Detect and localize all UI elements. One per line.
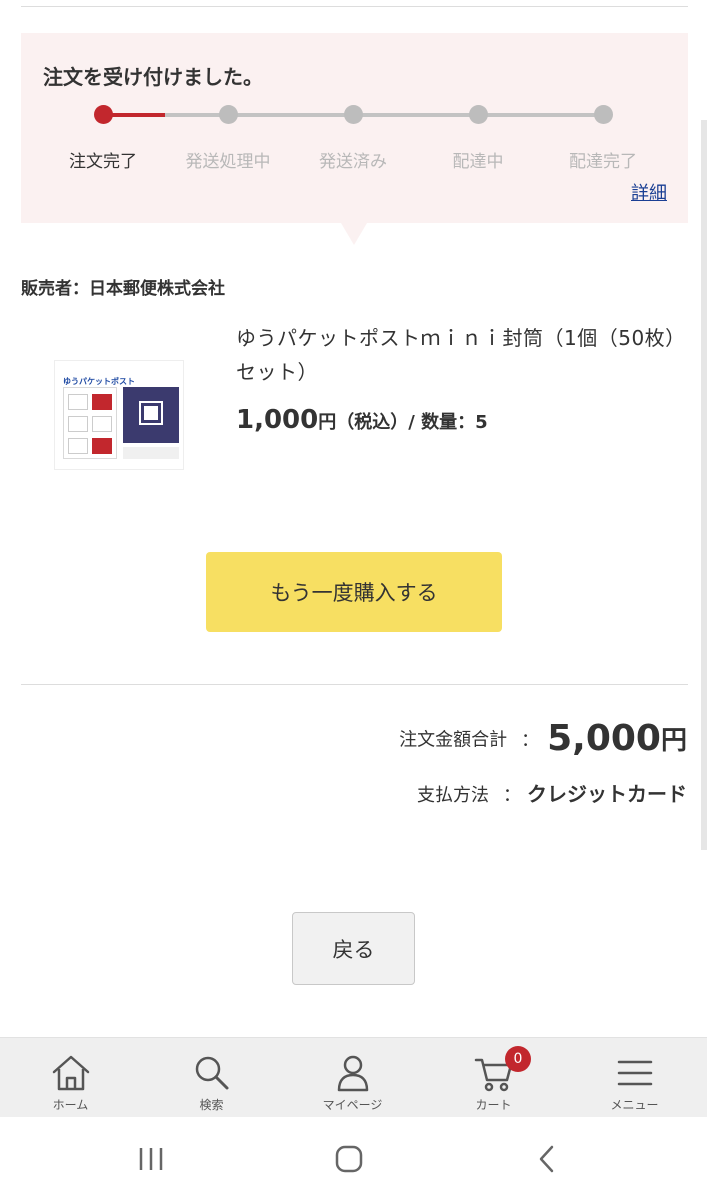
- top-divider: [21, 6, 688, 7]
- seller-name: 販売者：日本郵便株式会社: [21, 279, 225, 299]
- nav-label-mypage: マイページ: [322, 1098, 383, 1112]
- status-pointer: [341, 223, 367, 245]
- recent-apps-icon: [139, 1148, 163, 1170]
- thumb-cell: [92, 438, 112, 454]
- user-icon: [337, 1055, 368, 1092]
- order-total-amount: 5,000: [547, 718, 661, 759]
- nav-label-search: 検索: [199, 1098, 224, 1112]
- thumb-cell: [92, 416, 112, 432]
- thumb-cell: [68, 394, 88, 410]
- step-label-delivered: 配達完了: [569, 152, 637, 172]
- thumb-cell: [68, 416, 88, 432]
- nav-item-cart[interactable]: 0 カート: [423, 1038, 564, 1118]
- system-back-button[interactable]: [517, 1137, 577, 1181]
- recent-apps-button[interactable]: [121, 1137, 181, 1181]
- back-chevron-icon: [539, 1145, 554, 1173]
- payment-method-row: 支払方法 ： クレジットカード: [417, 778, 687, 807]
- buy-again-button[interactable]: もう一度購入する: [206, 552, 502, 632]
- product-image-logo-text: ゆうパケットポスト: [63, 377, 135, 386]
- thumb-cell: [92, 394, 112, 410]
- step-label-ordered: 注文完了: [69, 152, 137, 172]
- nav-label-home: ホーム: [52, 1098, 89, 1112]
- step-dot-delivered: [594, 105, 613, 124]
- step-dot-delivering: [469, 105, 488, 124]
- menu-icon: [617, 1060, 652, 1086]
- product-image-logo: ゆうパケットポスト: [63, 369, 143, 386]
- product-image-instructions: [63, 387, 117, 459]
- step-label-shipped: 発送済み: [319, 152, 387, 172]
- product-name[interactable]: ゆうパケットポストｍｉｎｉ封筒（1個（50枚）セット）: [236, 321, 691, 389]
- product-price-suffix: 円（税込）/ 数量：5: [318, 412, 488, 433]
- order-total-label: 注文金額合計: [399, 729, 508, 751]
- qr-code-icon: [139, 401, 163, 425]
- step-dot-ordered: [94, 105, 113, 124]
- search-icon: [195, 1056, 228, 1090]
- order-status-panel: 注文を受け付けました。 注文完了 発送処理中 発送済み 配達中 配達完了 詳細: [21, 33, 688, 223]
- scrollbar[interactable]: [701, 120, 707, 850]
- nav-label-menu: メニュー: [610, 1098, 659, 1112]
- thumb-cell: [68, 438, 88, 454]
- product-price: 1,000円（税込）/ 数量：5: [236, 405, 488, 435]
- payment-method-value: クレジットカード: [527, 782, 687, 806]
- nav-item-mypage[interactable]: マイページ: [282, 1038, 423, 1118]
- product-image[interactable]: ゆうパケットポスト: [54, 360, 184, 470]
- payment-method-label: 支払方法: [417, 785, 489, 806]
- system-home-button[interactable]: [319, 1137, 379, 1181]
- step-dot-processing: [219, 105, 238, 124]
- nav-item-search[interactable]: 検索: [141, 1038, 282, 1118]
- step-label-delivering: 配達中: [452, 152, 504, 172]
- status-title: 注文を受け付けました。: [43, 65, 263, 89]
- step-label-processing: 発送処理中: [185, 152, 271, 172]
- nav-item-menu[interactable]: メニュー: [564, 1038, 705, 1118]
- payment-method-separator: ：: [503, 785, 521, 806]
- product-image-strip: [123, 447, 179, 459]
- nav-item-home[interactable]: ホーム: [0, 1038, 141, 1118]
- home-circle-icon: [335, 1145, 363, 1173]
- product-price-amount: 1,000: [236, 405, 319, 435]
- step-dot-shipped: [344, 105, 363, 124]
- product-image-label: [123, 387, 179, 443]
- section-divider: [21, 684, 688, 685]
- system-nav-bar: [0, 1117, 707, 1200]
- home-icon: [52, 1055, 89, 1091]
- order-total-separator: ：: [521, 729, 540, 751]
- detail-link[interactable]: 詳細: [631, 179, 667, 205]
- cart-count-badge: 0: [505, 1046, 531, 1072]
- bottom-nav: ホーム 検索 マイページ 0 カート メニュー: [0, 1037, 707, 1117]
- order-total-currency: 円: [660, 726, 687, 756]
- back-button[interactable]: 戻る: [292, 912, 415, 985]
- order-total-row: 注文金額合計 ： 5,000円: [399, 718, 687, 759]
- nav-label-cart: カート: [475, 1098, 512, 1112]
